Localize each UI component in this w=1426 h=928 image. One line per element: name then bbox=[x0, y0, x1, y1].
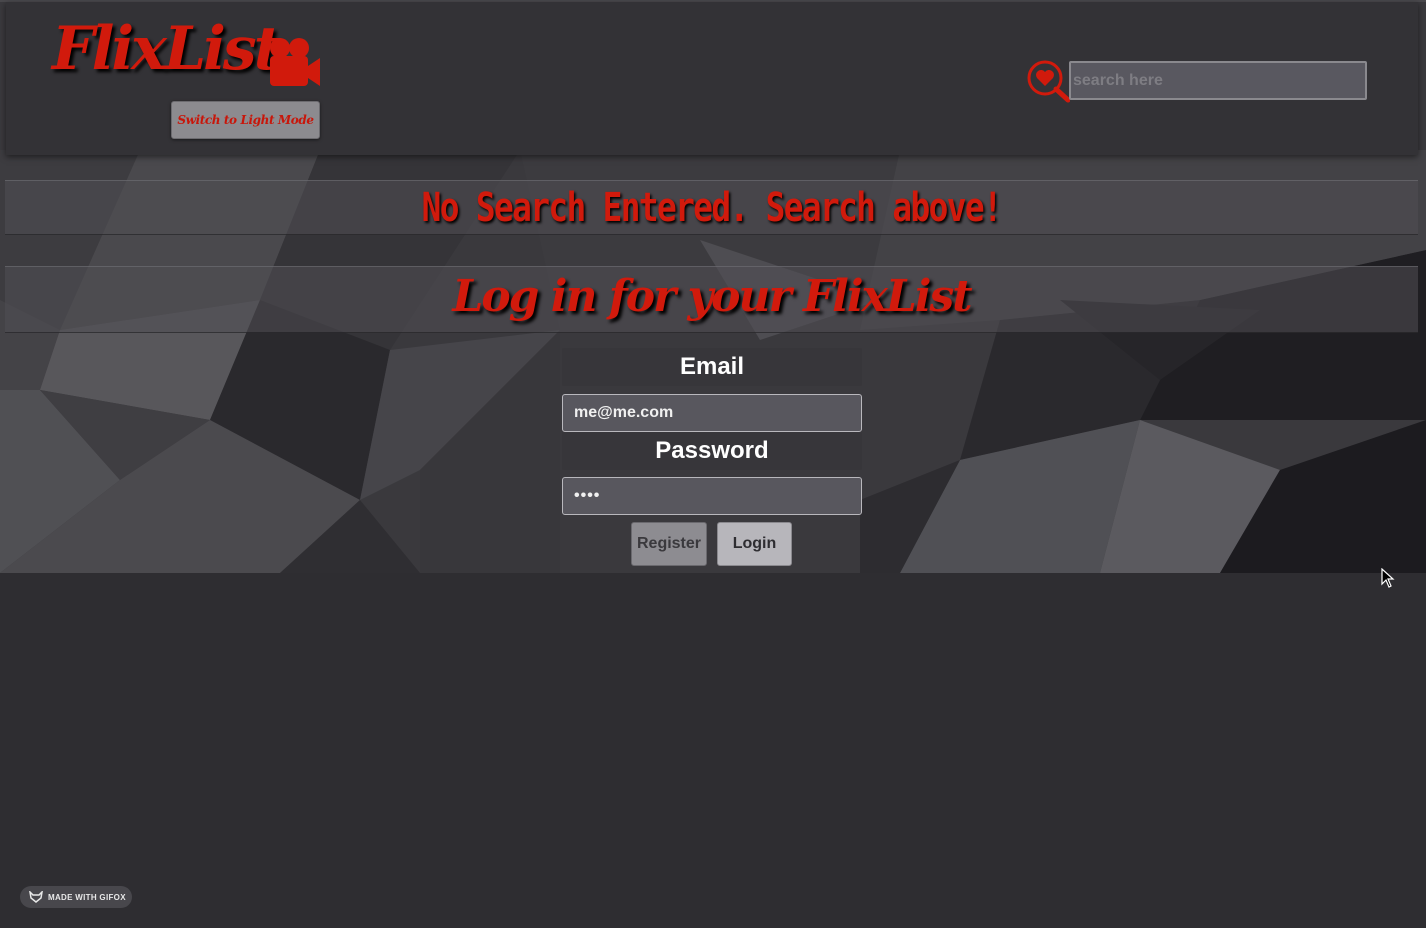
heart-search-icon[interactable] bbox=[1026, 59, 1071, 107]
gifox-badge-text: MADE WITH GIFOX bbox=[48, 892, 126, 902]
video-camera-icon bbox=[268, 36, 320, 92]
email-label: Email bbox=[562, 348, 862, 386]
gifox-logo-icon bbox=[28, 888, 44, 907]
login-button[interactable]: Login bbox=[717, 522, 792, 566]
register-button[interactable]: Register bbox=[631, 522, 707, 566]
email-field[interactable] bbox=[562, 394, 862, 432]
gifox-badge: MADE WITH GIFOX bbox=[20, 886, 132, 908]
no-search-message: No Search Entered. Search above! bbox=[421, 185, 1003, 231]
search-input[interactable] bbox=[1069, 61, 1367, 100]
site-logo[interactable]: FlixList bbox=[52, 14, 281, 84]
switch-light-mode-button[interactable]: Switch to Light Mode bbox=[171, 101, 320, 139]
no-search-banner: No Search Entered. Search above! bbox=[5, 180, 1418, 235]
page: FlixList Switch to Light Mode No Search … bbox=[0, 0, 1426, 928]
login-title-banner: Log in for your FlixList bbox=[5, 266, 1418, 333]
login-title: Log in for your FlixList bbox=[452, 271, 972, 322]
password-field[interactable] bbox=[562, 477, 862, 515]
password-label: Password bbox=[562, 432, 862, 470]
mouse-cursor-icon bbox=[1381, 567, 1395, 592]
